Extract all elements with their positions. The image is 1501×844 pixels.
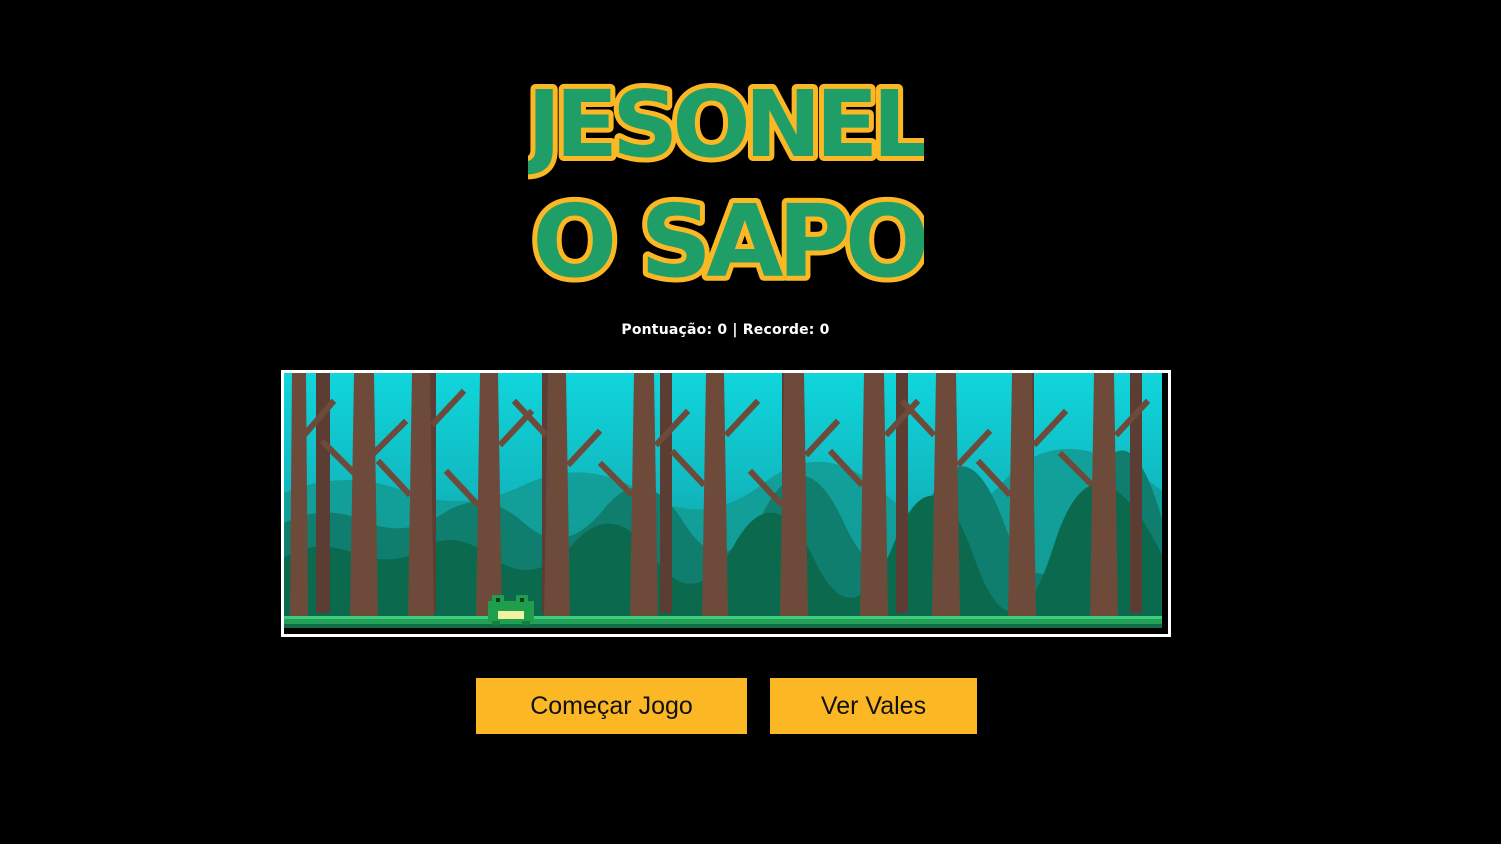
logo-line1: JESONEL: [528, 66, 924, 183]
forest-scene: [284, 373, 1162, 628]
view-vales-button[interactable]: Ver Vales: [770, 678, 977, 734]
logo-title-line2: O SAPO: [532, 183, 924, 296]
start-game-button[interactable]: Começar Jogo: [476, 678, 747, 734]
game-canvas[interactable]: [281, 370, 1171, 637]
game-page: JESONEL O SAPO Pontuação: 0 | Recorde: 0: [0, 0, 1501, 844]
game-logo: JESONEL O SAPO: [528, 66, 924, 296]
logo-title-line1: JESONEL: [528, 71, 924, 178]
record-label: Recorde: [742, 322, 809, 338]
score-label: Pontuação: [621, 322, 707, 338]
score-value: 0: [717, 322, 728, 338]
record-value: 0: [819, 322, 830, 338]
score-display: Pontuação: 0 | Recorde: 0: [621, 322, 830, 338]
logo-line2: O SAPO: [528, 178, 924, 296]
